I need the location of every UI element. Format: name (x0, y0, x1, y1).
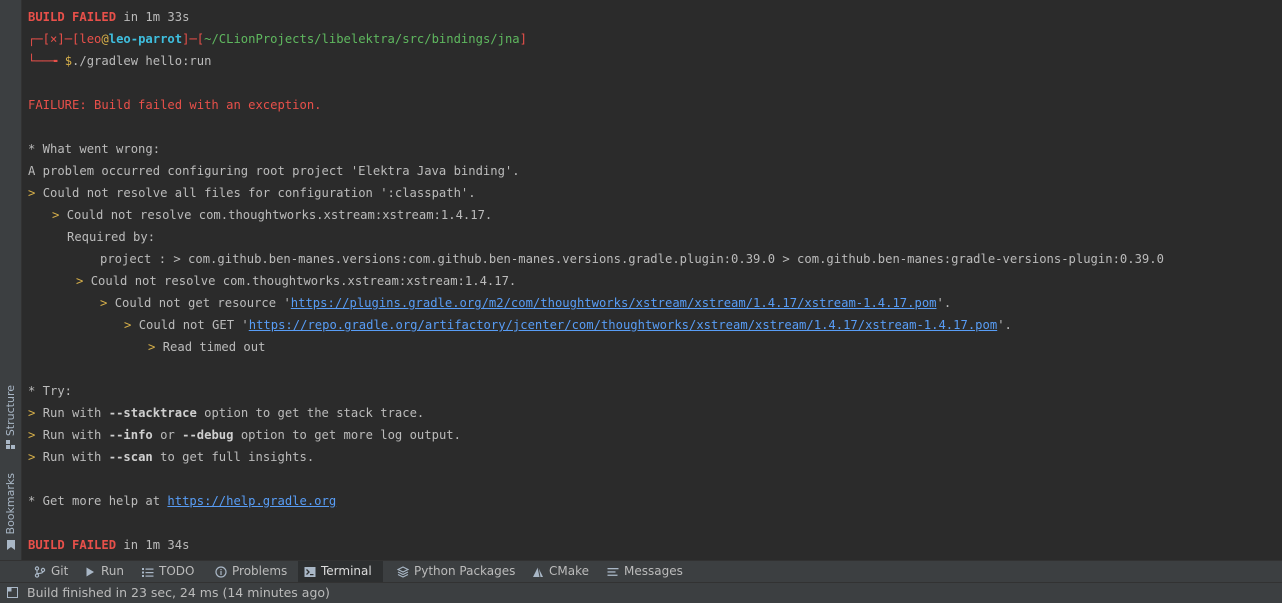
terminal-line: BUILD FAILED in 1m 34s (28, 538, 190, 552)
structure-tab[interactable]: Structure (2, 378, 20, 450)
tool-terminal-label: Terminal (321, 564, 372, 578)
tool-problems-label: Problems (232, 564, 288, 578)
terminal-line: > Run with --stacktrace option to get th… (28, 406, 425, 420)
terminal-line: > Could not resolve com.thoughtworks.xst… (76, 274, 517, 288)
bookmarks-tab[interactable]: Bookmarks (2, 466, 20, 550)
tool-messages[interactable]: Messages (601, 561, 689, 582)
plugins-gradle-link[interactable]: https://plugins.gradle.org/m2/com/though… (291, 296, 937, 310)
prompt-user: leo (79, 32, 102, 46)
tool-window-bar: Git Run TODO Problems Terminal Python Pa… (0, 560, 1282, 582)
tool-run-label: Run (101, 564, 125, 578)
command-line: └──╼ $./gradlew hello:run (28, 54, 212, 68)
terminal-line: BUILD FAILED in 1m 33s (28, 10, 190, 24)
help-gradle-link[interactable]: https://help.gradle.org (167, 494, 336, 508)
tool-cmake-label: CMake (549, 564, 589, 578)
status-bar: Build finished in 23 sec, 24 ms (14 minu… (0, 582, 1282, 603)
cmake-icon (533, 566, 543, 577)
tool-python-packages-label: Python Packages (414, 564, 516, 578)
left-tool-strip: Structure Bookmarks (0, 0, 22, 560)
command-text: ./gradlew hello:run (72, 54, 212, 68)
terminal-line: * Get more help at https://help.gradle.o… (28, 494, 337, 508)
prompt-line: ┌─[×]─[leo@leo-parrot]─[~/CLionProjects/… (28, 32, 527, 46)
tool-run[interactable]: Run (78, 561, 130, 582)
messages-icon (607, 567, 619, 576)
terminal-icon (304, 566, 316, 577)
failure-message: FAILURE: Build failed with an exception. (28, 98, 322, 112)
bookmarks-label: Bookmarks (4, 472, 17, 534)
tool-todo-label: TODO (159, 564, 195, 578)
prompt-path: ~/CLionProjects/libelektra/src/bindings/… (204, 32, 520, 46)
tool-windows-toggle-icon[interactable] (7, 587, 18, 598)
terminal-line: > Could not GET 'https://repo.gradle.org… (124, 318, 1012, 332)
terminal-line: > Run with --scan to get full insights. (28, 450, 315, 464)
terminal-line: A problem occurred configuring root proj… (28, 164, 520, 178)
terminal-line: Required by: (67, 230, 156, 244)
git-branch-icon (34, 565, 46, 578)
list-icon (142, 567, 154, 577)
tool-git-label: Git (51, 564, 69, 578)
tool-python-packages[interactable]: Python Packages (391, 561, 521, 582)
terminal-line: project : > com.github.ben-manes.version… (100, 252, 1164, 266)
terminal-line: > Run with --info or --debug option to g… (28, 428, 461, 442)
prompt-host: leo-parrot (108, 32, 183, 46)
structure-icon (6, 440, 15, 449)
tool-git[interactable]: Git (28, 561, 74, 582)
what-went-wrong-heading: * What went wrong: (28, 142, 161, 156)
build-status: BUILD FAILED (28, 10, 117, 24)
run-icon (86, 567, 94, 576)
info-icon (215, 565, 227, 578)
terminal-output[interactable]: BUILD FAILED in 1m 33s ┌─[×]─[leo@leo-pa… (22, 0, 1282, 560)
structure-label: Structure (4, 384, 17, 436)
terminal-line: > Could not resolve com.thoughtworks.xst… (52, 208, 493, 222)
tool-messages-label: Messages (624, 564, 683, 578)
terminal-line: > Could not get resource 'https://plugin… (100, 296, 952, 310)
try-heading: * Try: (28, 384, 73, 398)
tool-terminal[interactable]: Terminal (298, 561, 383, 582)
terminal-line: > Read timed out (148, 340, 266, 354)
bookmark-icon (7, 540, 15, 550)
build-status: BUILD FAILED (28, 538, 117, 552)
status-message: Build finished in 23 sec, 24 ms (14 minu… (27, 585, 330, 600)
terminal-line: > Could not resolve all files for config… (28, 186, 476, 200)
tool-todo[interactable]: TODO (136, 561, 200, 582)
tool-problems[interactable]: Problems (209, 561, 293, 582)
tool-cmake[interactable]: CMake (526, 561, 595, 582)
layers-icon (397, 565, 409, 578)
repo-gradle-link[interactable]: https://repo.gradle.org/artifactory/jcen… (249, 318, 997, 332)
